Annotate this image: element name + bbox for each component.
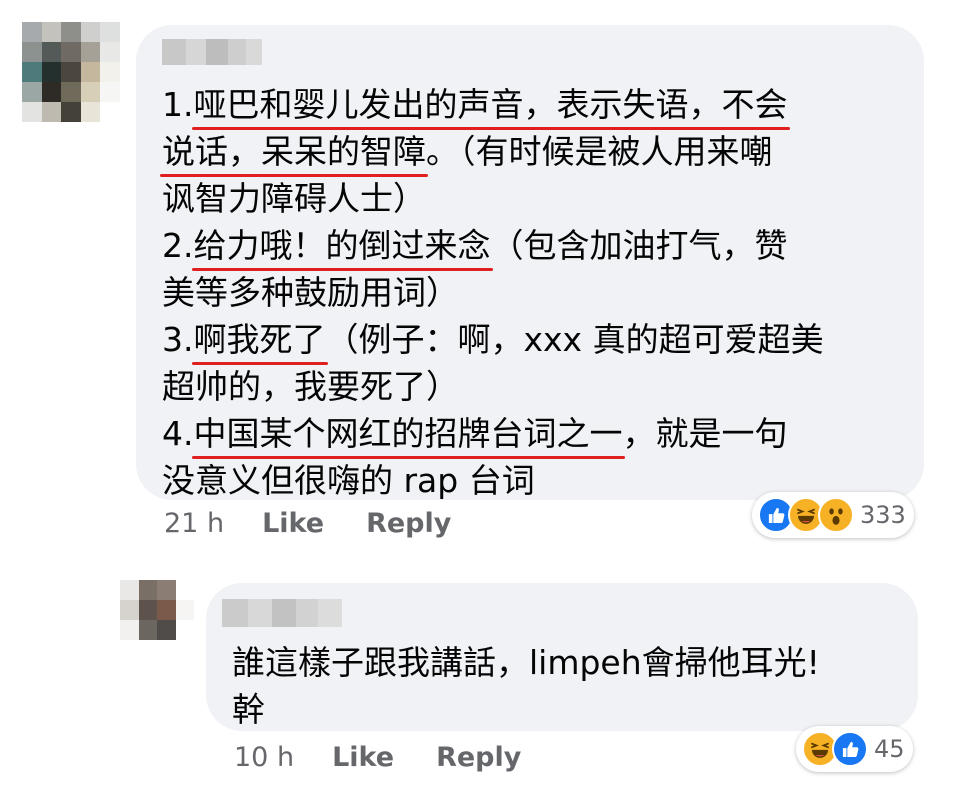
reaction-summary[interactable]: 45 [796,726,913,772]
like-icon [832,731,868,767]
comment-bubble: 1.哑巴和婴儿发出的声音，表示失语，不会 说话，呆呆的智障。（有时候是被人用来嘲讽… [136,25,924,500]
wow-icon [818,497,854,533]
text-segment: ，就是一句 [622,414,788,453]
comment-actions: 21 h Like Reply [164,508,493,539]
like-button[interactable]: Like [332,742,394,773]
comment-timestamp[interactable]: 10 h [234,742,294,773]
underlined-text-segment: 啊我死了 [191,316,328,365]
comment-text-line: 没意义但很嗨的 rap 台词 [162,457,824,504]
comment-timestamp[interactable]: 21 h [164,508,224,539]
comment-text-line: 1.哑巴和婴儿发出的声音，表示失语，不会 [162,81,824,130]
underlined-text-segment: 哑巴和婴儿发出的声音，表示失语，不会 [191,81,790,130]
text-segment: 4. [162,414,194,453]
text-segment: （例子：啊，xxx 真的超可爱超美 [325,320,824,359]
text-segment: 讽智力障碍人士） [162,179,426,218]
comment-actions: 10 h Like Reply [234,742,563,773]
text-segment: 超帅的，我要死了） [162,367,459,406]
reaction-count: 333 [860,501,906,529]
comment-text-line: 3.啊我死了（例子：啊，xxx 真的超可爱超美 [162,316,824,365]
commenter-name-blurred[interactable] [222,599,342,627]
text-segment: （包含加油打气，赞 [490,226,788,265]
commenter-avatar-blurred[interactable] [120,580,194,640]
comment-text-line: 幹 [232,686,820,733]
commenter-name-blurred[interactable] [162,39,262,65]
comment-text: 誰這樣子跟我講話，limpeh會掃他耳光! 幹 [232,639,820,733]
comment-text-line: 誰這樣子跟我講話，limpeh會掃他耳光! [232,639,820,686]
comment-text-line: 2.给力哦！的倒过来念（包含加油打气，赞 [162,222,824,271]
text-segment: 美等多种鼓励用词） [162,273,459,312]
text-segment: 2. [162,226,194,265]
text-segment: 。（有时候是被人用来嘲 [426,132,773,171]
comment-text-line: 说话，呆呆的智障。（有时候是被人用来嘲 [160,128,824,177]
reaction-summary[interactable]: 333 [752,492,914,538]
comment-text-line: 美等多种鼓励用词） [162,269,824,316]
comment-text-line: 讽智力障碍人士） [162,175,824,222]
comment-text-line: 超帅的，我要死了） [162,363,824,410]
underlined-text-segment: 中国某个网红的招牌台词之一 [191,410,625,459]
reaction-count: 45 [874,735,905,763]
text-segment: 3. [162,320,194,359]
text-segment: 1. [162,85,194,124]
comment-bubble: 誰這樣子跟我講話，limpeh會掃他耳光! 幹 [206,583,918,731]
text-segment: 没意义但很嗨的 rap 台词 [162,461,535,500]
like-button[interactable]: Like [262,508,324,539]
comment-text-line: 4.中国某个网红的招牌台词之一，就是一句 [162,410,824,459]
reply-button[interactable]: Reply [436,742,521,773]
underlined-text-segment: 说话，呆呆的智障 [160,128,428,177]
reply-button[interactable]: Reply [366,508,451,539]
text-segment: 幹 [232,690,265,729]
underlined-text-segment: 给力哦！的倒过来念 [191,222,493,271]
comment-text: 1.哑巴和婴儿发出的声音，表示失语，不会 说话，呆呆的智障。（有时候是被人用来嘲讽… [160,81,824,504]
text-segment: 誰這樣子跟我講話，limpeh會掃他耳光! [232,643,820,682]
commenter-avatar-blurred[interactable] [22,22,120,122]
